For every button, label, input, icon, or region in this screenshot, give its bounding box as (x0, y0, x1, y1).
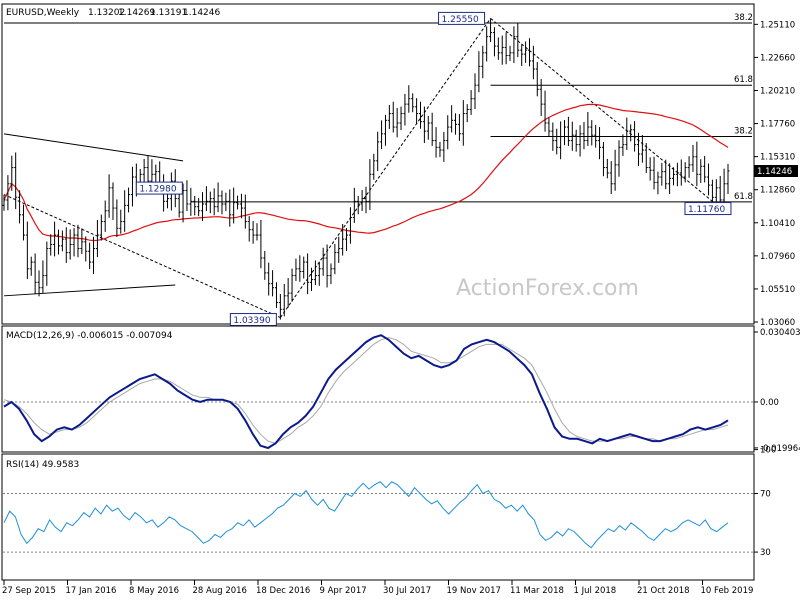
rsi-tick-label: 70 (760, 490, 771, 500)
date-tick-label: 28 Aug 2016 (193, 586, 247, 596)
swing-label: 1.12980 (139, 185, 176, 195)
eurusd-weekly-chart: EURUSD,Weekly 1.13202 1.14269 1.13191 1.… (0, 0, 800, 600)
price-pane[interactable]: EURUSD,Weekly 1.13202 1.14269 1.13191 1.… (1, 3, 755, 327)
date-tick-label: 27 Sep 2015 (2, 586, 56, 596)
date-tick-label: 19 Nov 2017 (447, 586, 501, 596)
ohlc-low: 1.13191 (150, 8, 187, 18)
date-tick-label: 11 Mar 2018 (510, 586, 564, 596)
date-tick-label: 1 Jul 2018 (574, 586, 617, 596)
ohlc-close: 1.14246 (183, 8, 220, 18)
date-tick-label: 10 Feb 2019 (701, 586, 754, 596)
price-tick-label: 1.07960 (760, 252, 795, 262)
fib-ratio-label: 38.2 (734, 13, 753, 23)
macd-tick-label: 0.00 (760, 398, 779, 408)
current-price-label: 1.14246 (757, 167, 792, 177)
fib-ratio-label: 61.8 (734, 192, 753, 202)
swing-label: 1.11760 (688, 205, 725, 215)
price-tick-label: 1.15310 (760, 153, 795, 163)
date-tick-label: 17 Jan 2016 (66, 586, 117, 596)
swing-label: 1.25550 (442, 15, 479, 25)
macd-tick-label: 0.030403 (760, 328, 800, 338)
rsi-tick-label: 100 (760, 446, 776, 456)
fib-ratio-label: 38.2 (734, 127, 753, 137)
macd-title: MACD(12,26,9) -0.006015 -0.007094 (6, 331, 173, 341)
rsi-pane[interactable]: RSI(14) 49.9583 (1, 453, 755, 581)
price-tick-label: 1.25110 (760, 20, 795, 30)
watermark: ActionForex.com (456, 276, 639, 301)
date-tick-label: 30 Jul 2017 (383, 586, 431, 596)
chart-title: EURUSD,Weekly (6, 8, 80, 18)
fib-ratio-label: 61.8 (734, 75, 753, 85)
price-tick-label: 1.03060 (760, 318, 795, 328)
date-tick-label: 21 Oct 2018 (637, 586, 690, 596)
price-tick-label: 1.22660 (760, 53, 795, 63)
macd-pane[interactable]: MACD(12,26,9) -0.006015 -0.007094 (1, 325, 755, 453)
price-tick-label: 1.17760 (760, 120, 795, 130)
date-tick-label: 9 Apr 2017 (320, 586, 367, 596)
rsi-tick-label: 30 (760, 548, 771, 558)
date-tick-label: 18 Dec 2016 (256, 586, 310, 596)
date-tick-label: 8 May 2016 (129, 586, 179, 596)
rsi-title: RSI(14) 49.9583 (6, 460, 79, 470)
price-tick-label: 1.10410 (760, 219, 795, 229)
swing-label: 1.03390 (233, 316, 270, 326)
price-tick-label: 1.20210 (760, 86, 795, 96)
price-tick-label: 1.12860 (760, 186, 795, 196)
price-tick-label: 1.05510 (760, 285, 795, 295)
